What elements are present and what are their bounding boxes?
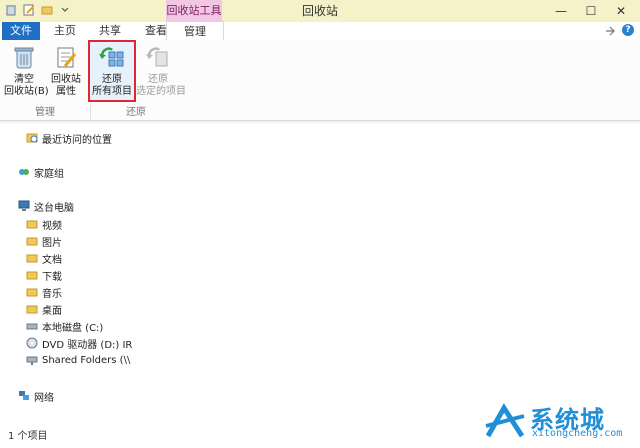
restore-selected-label-2: 选定的项目 — [136, 86, 186, 97]
nav-item-dvd-drive-label: DVD 驱动器 (D:) IR — [42, 339, 133, 351]
tab-home[interactable]: 主页 — [45, 22, 85, 40]
folder-icon — [26, 288, 38, 297]
minimize-button[interactable]: — — [546, 2, 576, 20]
network-drive-icon — [26, 356, 38, 365]
restore-all-label-2: 所有项目 — [92, 86, 132, 97]
nav-item-network[interactable]: 网络 — [18, 388, 54, 404]
nav-item-videos[interactable]: 视频 — [26, 216, 62, 232]
nav-item-recent[interactable]: 最近访问的位置 — [26, 130, 112, 146]
nav-item-desktop-label: 桌面 — [42, 305, 62, 317]
title-bar: 回收站工具 回收站 — ☐ ✕ — [0, 0, 640, 23]
folder-icon — [26, 220, 38, 229]
nav-item-desktop[interactable]: 桌面 — [26, 301, 62, 317]
nav-item-network-label: 网络 — [34, 392, 54, 404]
nav-item-videos-label: 视频 — [42, 220, 62, 232]
ribbon-group-caption-restore: 还原 — [126, 107, 146, 118]
dvd-drive-icon — [26, 337, 38, 349]
ribbon-group-caption-manage: 管理 — [35, 107, 55, 118]
maximize-button[interactable]: ☐ — [576, 2, 606, 20]
recent-places-icon — [26, 133, 38, 143]
nav-item-pictures-label: 图片 — [42, 237, 62, 249]
ribbon-tabs: 文件 主页 共享 查看 管理 ? — [0, 21, 640, 41]
empty-recycle-bin-icon — [14, 47, 34, 69]
computer-icon — [18, 200, 30, 211]
nav-item-homegroup[interactable]: 家庭组 — [18, 164, 64, 180]
folder-icon — [26, 305, 38, 314]
folder-icon — [26, 237, 38, 246]
properties-icon — [57, 47, 77, 68]
folder-icon — [26, 271, 38, 280]
nav-item-documents[interactable]: 文档 — [26, 250, 62, 266]
empty-recycle-bin-label-2: 回收站(B) — [4, 86, 49, 97]
watermark-url: xitongcheng.com — [532, 428, 623, 439]
status-item-count: 1 个项目 — [8, 431, 48, 442]
close-button[interactable]: ✕ — [606, 2, 636, 20]
nav-item-music[interactable]: 音乐 — [26, 284, 62, 300]
recycle-bin-properties-button[interactable]: 回收站 属性 — [46, 44, 86, 98]
window-title: 回收站 — [301, 4, 338, 18]
nav-item-pictures[interactable]: 图片 — [26, 233, 62, 249]
help-icon[interactable]: ? — [622, 24, 634, 36]
nav-item-this-pc[interactable]: 这台电脑 — [18, 198, 74, 214]
nav-item-documents-label: 文档 — [42, 254, 62, 266]
ribbon-group-manage: 清空 回收站(B) 回收站 属性 管理 — [0, 40, 91, 120]
nav-item-dvd-drive[interactable]: DVD 驱动器 (D:) IR — [26, 335, 132, 351]
ribbon: 清空 回收站(B) 回收站 属性 管理 还原 所有项目 还原 选定的项目 还原 — [0, 40, 640, 121]
watermark-logo-icon — [485, 403, 525, 438]
nav-item-shared-folders[interactable]: Shared Folders (\\ — [26, 352, 130, 368]
restore-selected-icon — [146, 47, 168, 67]
network-icon — [19, 391, 29, 400]
watermark: 系统城 xitongcheng.com — [484, 400, 634, 444]
navigation-pane: 最近访问的位置 家庭组 这台电脑 视频 图片 文档 下载 音乐 桌面 本地磁盘 … — [0, 122, 132, 422]
nav-item-shared-folders-label: Shared Folders (\\ — [42, 354, 131, 366]
nav-item-this-pc-label: 这台电脑 — [34, 202, 74, 214]
nav-item-music-label: 音乐 — [42, 288, 62, 300]
tab-share[interactable]: 共享 — [90, 22, 130, 40]
ribbon-group-restore: 还原 所有项目 还原 选定的项目 还原 — [88, 40, 186, 120]
homegroup-icon — [19, 169, 29, 175]
window-controls: — ☐ ✕ — [546, 2, 636, 20]
nav-item-recent-label: 最近访问的位置 — [42, 134, 112, 146]
restore-all-button[interactable]: 还原 所有项目 — [88, 40, 136, 102]
restore-selected-label-1: 还原 — [148, 74, 168, 85]
nav-item-local-disk[interactable]: 本地磁盘 (C:) — [26, 318, 103, 334]
empty-recycle-bin-label-1: 清空 — [14, 74, 34, 85]
tab-file[interactable]: 文件 — [2, 22, 40, 40]
properties-label-2: 属性 — [56, 86, 76, 97]
restore-selected-button[interactable]: 还原 选定的项目 — [136, 44, 186, 98]
nav-item-downloads-label: 下载 — [42, 271, 62, 283]
folder-icon — [26, 254, 38, 263]
nav-item-local-disk-label: 本地磁盘 (C:) — [42, 322, 104, 334]
tab-manage[interactable]: 管理 — [166, 21, 224, 41]
drive-icon — [26, 323, 38, 330]
nav-item-downloads[interactable]: 下载 — [26, 267, 62, 283]
restore-all-label-1: 还原 — [102, 74, 122, 85]
nav-item-homegroup-label: 家庭组 — [34, 168, 64, 180]
empty-recycle-bin-button[interactable]: 清空 回收站(B) — [4, 44, 49, 98]
properties-label-1: 回收站 — [51, 74, 81, 85]
restore-all-icon — [99, 47, 124, 67]
expand-ribbon-icon[interactable] — [604, 25, 616, 37]
